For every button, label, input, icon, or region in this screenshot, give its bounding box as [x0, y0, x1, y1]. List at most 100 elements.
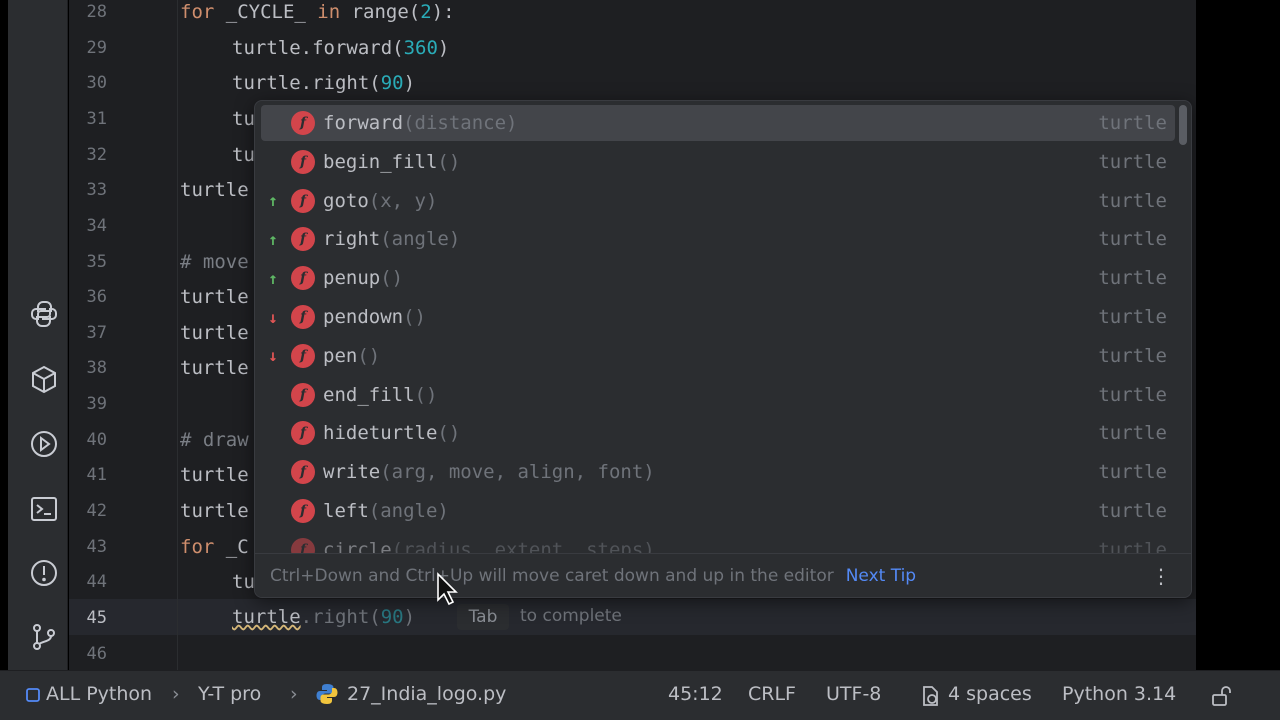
tip-text: Ctrl+Down and Ctrl+Up will move caret do…: [270, 565, 834, 586]
line-separator[interactable]: CRLF: [748, 683, 796, 705]
code-completion-popup[interactable]: f forward (distance) turtle f begin_fill() tur…: [254, 100, 1192, 598]
line-number: 30: [86, 73, 107, 93]
function-icon: f: [291, 382, 315, 407]
next-tip-link[interactable]: Next Tip: [846, 566, 916, 586]
code-line[interactable]: turtle: [180, 322, 249, 344]
completion-params: (radius, extent, steps): [391, 538, 655, 553]
breadcrumb-project[interactable]: ALL Python: [46, 683, 152, 705]
line-number: 45: [86, 608, 107, 628]
completion-item[interactable]: ↑ f right (angle) turtle: [261, 221, 1175, 257]
tool-window-strip: [8, 0, 68, 670]
caret-position[interactable]: 45:12: [668, 683, 723, 705]
number-literal: 2: [420, 1, 432, 23]
run-icon[interactable]: [26, 426, 62, 462]
function-icon: f: [291, 343, 315, 368]
code-text: range(: [340, 1, 421, 23]
completion-item[interactable]: ↓ f pen() turtle: [261, 338, 1175, 374]
lock-icon[interactable]: [1210, 684, 1234, 708]
completion-params: (distance): [403, 112, 518, 134]
completion-list[interactable]: f forward (distance) turtle f begin_fill() tur…: [255, 105, 1191, 553]
keyword: in: [317, 1, 341, 23]
code-line[interactable]: for _CYCLE_ in range(2):: [180, 1, 455, 23]
completion-params: (): [403, 306, 426, 328]
code-line[interactable]: turtle: [180, 179, 249, 201]
code-line[interactable]: turtle.right(90): [232, 72, 415, 94]
indent-setting[interactable]: 4 spaces: [948, 683, 1032, 705]
git-icon[interactable]: [26, 619, 62, 655]
completion-item[interactable]: f circle (radius, extent, steps) turtle: [261, 532, 1175, 553]
more-options-icon[interactable]: ⋮: [1151, 564, 1171, 588]
code-text: turtle: [232, 606, 301, 628]
mouse-cursor-icon: [437, 572, 458, 606]
number-literal: 360: [403, 37, 438, 59]
function-icon: f: [291, 266, 315, 291]
code-line[interactable]: turtle: [180, 500, 249, 522]
python-packages-icon[interactable]: [26, 362, 62, 398]
line-number: 29: [86, 38, 107, 58]
completion-item[interactable]: f left (angle) turtle: [261, 493, 1175, 529]
inline-completion-ghost-number: 90: [380, 606, 404, 628]
code-text: ): [437, 37, 450, 59]
status-bar: ALL Python › Y-T pro › 27_India_logo.py …: [0, 670, 1280, 720]
code-line-current[interactable]: turtle.right(90): [232, 606, 415, 628]
keyword: for: [180, 1, 215, 23]
completion-params: (): [437, 150, 461, 173]
inline-completion-ghost: ): [403, 606, 416, 628]
code-line[interactable]: tu: [232, 108, 255, 130]
line-number: 39: [86, 394, 107, 414]
completion-item[interactable]: ↓ f pendown() turtle: [261, 299, 1175, 335]
code-text: _CYCLE_: [214, 1, 318, 23]
complete-hint-text: to complete: [520, 606, 622, 626]
completion-item[interactable]: f hideturtle() turtle: [261, 415, 1175, 451]
gutter-divider: [177, 0, 178, 670]
completion-item[interactable]: f begin_fill() turtle: [261, 144, 1175, 180]
code-text: ): [403, 72, 416, 94]
line-number: 46: [86, 644, 107, 664]
function-icon: f: [291, 227, 315, 252]
code-comment[interactable]: # move: [180, 251, 249, 273]
completion-name: end_fill: [323, 383, 415, 406]
python-interpreter[interactable]: Python 3.14: [1062, 683, 1176, 705]
completion-name: left: [323, 500, 369, 522]
terminal-icon[interactable]: [26, 491, 62, 527]
completion-item[interactable]: f write (arg, move, align, font) turtle: [261, 454, 1175, 490]
chevron-right-icon: ›: [172, 683, 180, 705]
code-comment[interactable]: # draw: [180, 429, 249, 451]
completion-item[interactable]: f forward (distance) turtle: [261, 105, 1175, 141]
code-line[interactable]: turtle: [180, 357, 249, 379]
code-text: ):: [431, 1, 455, 23]
code-line[interactable]: turtle: [180, 286, 249, 308]
file-encoding[interactable]: UTF-8: [826, 683, 881, 705]
completion-item[interactable]: ↑ f goto (x, y) turtle: [261, 183, 1175, 219]
arrow-down-icon: ↓: [268, 307, 278, 327]
completion-params: (): [357, 344, 381, 367]
completion-item[interactable]: f end_fill() turtle: [261, 377, 1175, 413]
code-line[interactable]: turtle.forward(360): [232, 37, 449, 59]
inline-completion-ghost: .right(: [300, 606, 381, 628]
breadcrumb-folder[interactable]: Y-T pro: [198, 683, 261, 705]
line-number: 35: [86, 252, 107, 272]
popup-scrollbar[interactable]: [1179, 105, 1187, 145]
breadcrumb-file[interactable]: 27_India_logo.py: [347, 683, 506, 705]
code-line[interactable]: tu: [232, 144, 255, 166]
completion-type: turtle: [1098, 422, 1167, 445]
code-line[interactable]: tu: [232, 571, 255, 593]
line-gutter[interactable]: 28 29 30 31 32 33 34 35 36 37 38 39 40 4…: [69, 0, 177, 670]
chevron-right-icon: ›: [290, 683, 298, 705]
python-console-icon[interactable]: [26, 296, 62, 332]
line-number: 38: [86, 358, 107, 378]
function-icon: f: [291, 188, 315, 213]
line-number: 43: [86, 537, 107, 557]
completion-type: turtle: [1098, 306, 1167, 328]
number-literal: 90: [380, 72, 404, 94]
problems-icon[interactable]: [26, 555, 62, 591]
function-icon: f: [291, 421, 315, 446]
completion-type: turtle: [1098, 228, 1167, 251]
code-line[interactable]: turtle: [180, 464, 249, 486]
code-line[interactable]: for _C: [180, 536, 249, 558]
completion-type: turtle: [1098, 112, 1167, 134]
function-icon: f: [291, 305, 315, 329]
completion-name: penup: [323, 267, 381, 290]
completion-type: turtle: [1098, 461, 1167, 484]
completion-item[interactable]: ↑ f penup() turtle: [261, 260, 1175, 296]
